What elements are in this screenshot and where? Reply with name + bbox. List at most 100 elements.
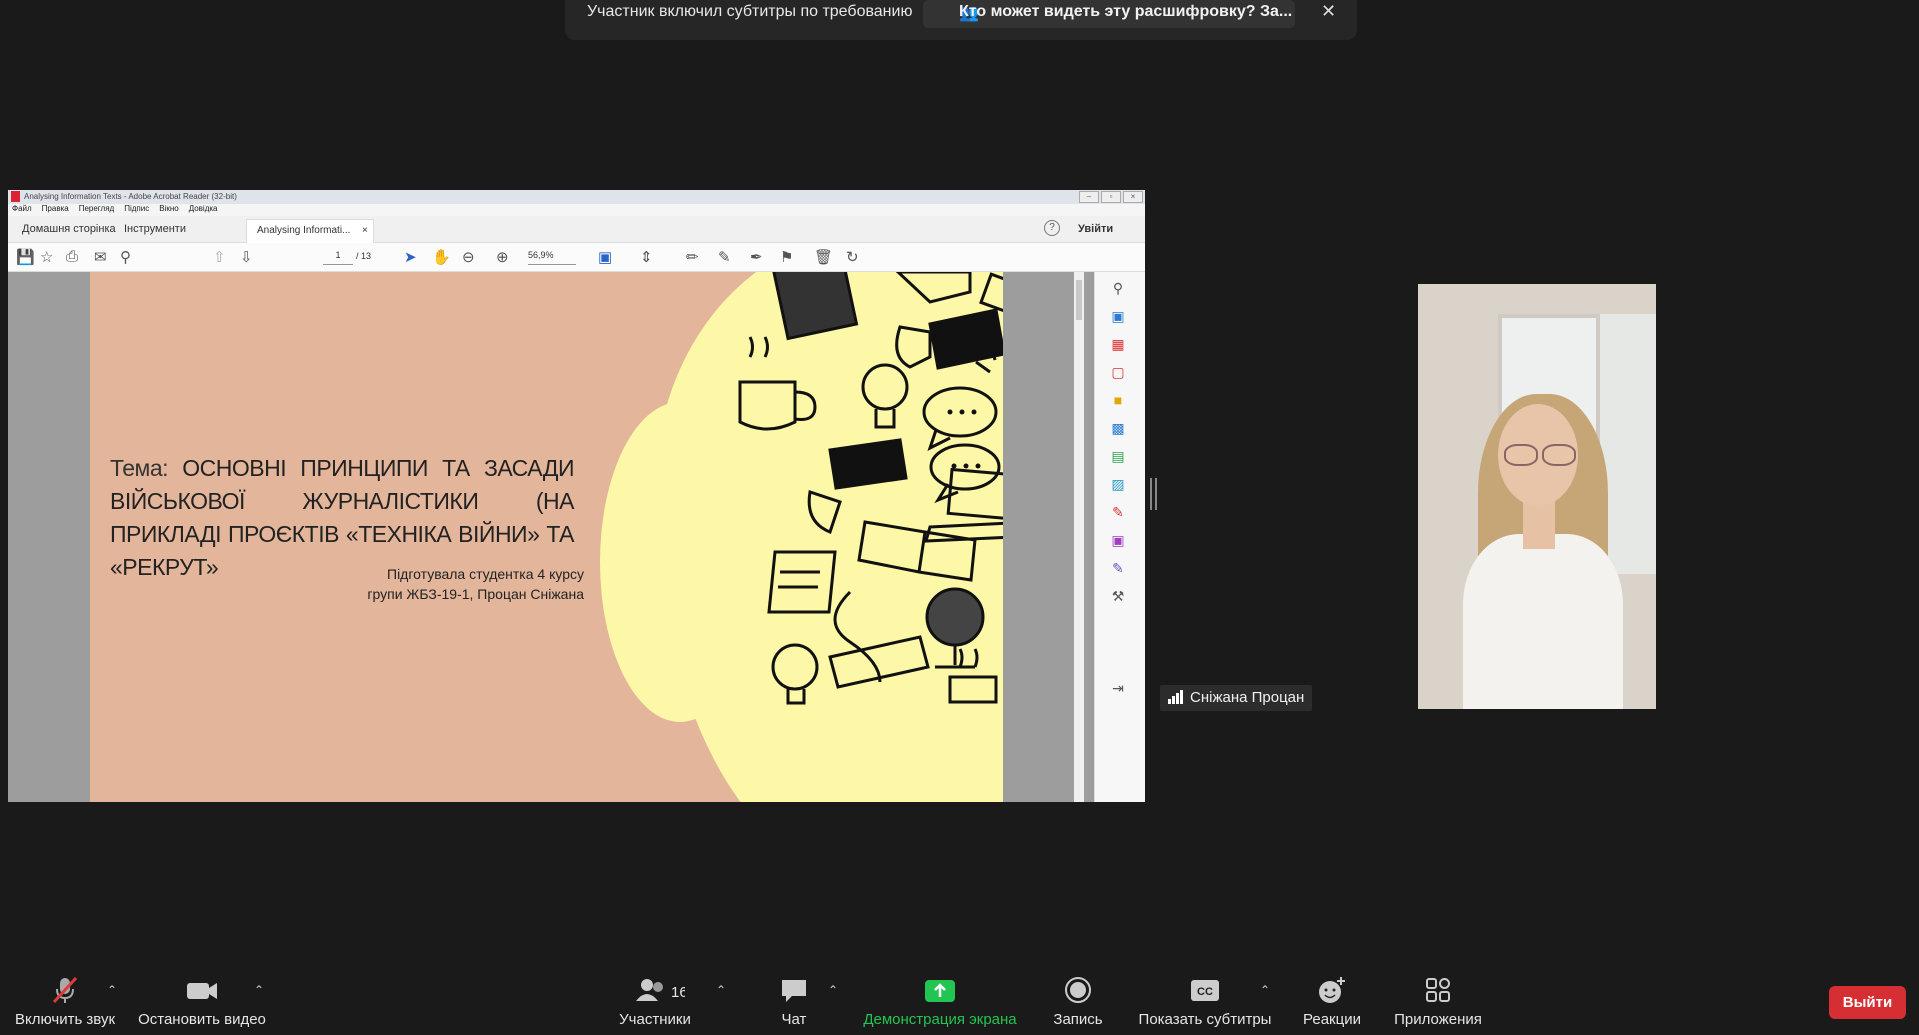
svg-text:16: 16 [671,984,685,1001]
audio-options-chevron-icon[interactable]: ⌃ [107,983,117,997]
doodle-illustrations [738,272,1003,705]
participant-name-tag: Сніжана Процан [1160,685,1313,711]
chat-button[interactable]: Чат [764,975,824,1035]
more-tools-icon[interactable]: ⚒ [1108,586,1128,606]
zoom-select[interactable]: 56,9% [528,250,576,265]
slide-title-label: Тема: [110,455,169,481]
show-captions-label: Показать субтитры [1138,1011,1272,1028]
acrobat-toolbar: 💾 ☆ ⎙ ✉ ⚲ ⇧ ⇩ 1 / 13 ➤ ✋ ⊖ ⊕ 56,9% ▣ ⇕ ✏… [8,243,1145,272]
share-file-icon[interactable]: ▩ [1108,418,1128,438]
participants-button[interactable]: 16 Участники [610,975,700,1035]
save-icon[interactable]: 💾 [16,248,35,266]
page-up-icon[interactable]: ⇧ [213,248,226,266]
select-cursor-icon[interactable]: ➤ [404,248,417,266]
fit-page-icon[interactable]: ▣ [598,248,612,266]
slide-author-line-2: групи ЖБЗ-19-1, Процан Сніжана [367,586,584,602]
share-screen-label: Демонстрация экрана [863,1011,1017,1028]
video-options-chevron-icon[interactable]: ⌃ [254,983,264,997]
menu-window[interactable]: Вікно [159,204,178,216]
svg-text:CC: CC [1197,986,1213,998]
acrobat-titlebar: Analysing Information Texts - Adobe Acro… [8,190,1145,204]
stamp-icon[interactable]: ⚑ [780,248,793,266]
tab-home[interactable]: Домашня сторінка [22,223,116,235]
participant-name: Сніжана Процан [1190,689,1305,706]
acrobat-icon [11,191,20,202]
reactions-button[interactable]: Реакции [1296,975,1368,1035]
zoom-in-icon[interactable]: ⊕ [496,248,509,266]
signal-strength-icon [1168,690,1184,704]
forms-icon[interactable]: ▣ [1108,530,1128,550]
tab-document[interactable]: Analysing Informati... × [246,219,374,243]
record-button[interactable]: Запись [1046,975,1110,1035]
tab-close-icon[interactable]: × [362,225,368,236]
print-icon[interactable]: ⎙ [66,248,78,265]
comment-pane-icon[interactable]: ■ [1108,390,1128,410]
shared-screen: Analysing Information Texts - Adobe Acro… [8,190,1145,802]
sign-icon[interactable]: ✒ [750,248,763,266]
share-screen-icon [858,975,1022,1009]
page-down-icon[interactable]: ⇩ [240,248,253,266]
who-can-see-button[interactable]: 👥 Кто может видеть эту расшифровку? За..… [923,0,1295,28]
delete-icon[interactable]: 🗑 [814,248,833,266]
scroll-mode-icon[interactable]: ⇕ [640,248,653,266]
unmute-button[interactable]: Включить звук [10,975,120,1035]
scrollbar-thumb[interactable] [1076,280,1082,320]
fill-sign-icon[interactable]: ✎ [1108,502,1128,522]
bookmark-star-icon[interactable]: ☆ [40,248,53,266]
menu-sign[interactable]: Підпис [124,204,149,216]
participants-options-chevron-icon[interactable]: ⌃ [716,983,726,997]
show-captions-button[interactable]: CC Показать субтитры [1134,975,1276,1035]
edit-pdf-icon[interactable]: ▤ [1108,446,1128,466]
sign-pane-icon[interactable]: ✎ [1108,558,1128,578]
window-close-icon[interactable]: × [1123,191,1143,203]
slide-author: Підготувала студентка 4 курсу групи ЖБЗ-… [340,564,584,604]
find-icon[interactable]: ⚲ [120,248,131,266]
tab-tools[interactable]: Інструменти [124,223,186,235]
help-icon[interactable]: ? [1044,220,1060,236]
chat-options-chevron-icon[interactable]: ⌃ [828,983,838,997]
page-number-input[interactable]: 1 [323,250,353,265]
stop-video-label: Остановить видео [138,1011,266,1028]
close-icon[interactable]: ✕ [1321,1,1336,22]
comment-icon[interactable]: ✏ [686,248,699,266]
email-icon[interactable]: ✉ [94,248,107,266]
acrobat-tabbar: Домашня сторінка Інструменти Analysing I… [8,216,1145,243]
participants-label: Участники [619,1011,691,1028]
chat-label: Чат [781,1011,807,1028]
maximize-icon[interactable]: ▫ [1101,191,1121,203]
signin-button[interactable]: Увійти [1078,223,1113,235]
record-label: Запись [1053,1011,1103,1028]
menu-file[interactable]: Файл [12,204,32,216]
muted-microphone-icon [10,975,120,1009]
who-can-see-label: Кто может видеть эту расшифровку? За... [959,3,1293,20]
leave-button[interactable]: Выйти [1829,986,1906,1019]
menu-view[interactable]: Перегляд [79,204,115,216]
window-title: Analysing Information Texts - Adobe Acro… [24,192,237,201]
apps-button[interactable]: Приложения [1388,975,1488,1035]
organize-pages-icon[interactable]: ▦ [1108,334,1128,354]
participant-glasses [1504,444,1576,466]
menu-edit[interactable]: Правка [42,204,69,216]
search-icon[interactable]: ⚲ [1108,278,1128,298]
share-screen-button[interactable]: Демонстрация экрана [858,975,1022,1035]
participant-video[interactable] [1418,284,1656,709]
chat-bubble-icon [764,975,824,1009]
vertical-scrollbar[interactable] [1074,272,1084,802]
participant-neck [1523,499,1555,549]
send-sign-icon[interactable]: ▨ [1108,474,1128,494]
zoom-out-icon[interactable]: ⊖ [462,248,475,266]
create-pdf-icon[interactable]: ▣ [1108,306,1128,326]
menu-help[interactable]: Довідка [189,204,218,216]
hand-tool-icon[interactable]: ✋ [432,248,451,266]
stop-video-button[interactable]: Остановить видео [138,975,266,1035]
resize-handle[interactable] [1150,478,1157,510]
highlight-icon[interactable]: ✎ [718,248,731,266]
collapse-pane-icon[interactable]: ⇥ [1108,678,1128,698]
minimize-icon[interactable]: – [1079,191,1099,203]
export-pdf-icon[interactable]: ▢ [1108,362,1128,382]
rotate-icon[interactable]: ↻ [846,248,859,266]
slide-title-text: ОСНОВНІ ПРИНЦИПИ ТА ЗАСАДИ ВІЙСЬКОВОЇ ЖУ… [110,455,575,580]
record-icon [1046,975,1110,1009]
smiley-plus-icon [1296,975,1368,1009]
captions-options-chevron-icon[interactable]: ⌃ [1260,983,1270,997]
